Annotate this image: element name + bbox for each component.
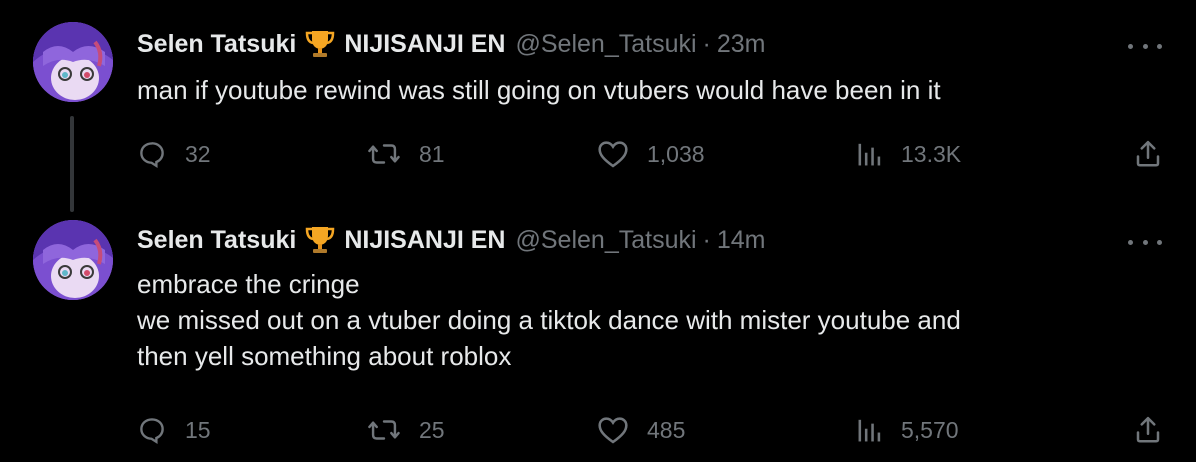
- reply-count: 15: [185, 416, 211, 443]
- avatar[interactable]: [33, 22, 113, 102]
- tweet-text: man if youtube rewind was still going on…: [137, 72, 1137, 108]
- tweet-header: Selen Tatsuki NIJISANJI EN @Selen_Tatsuk…: [137, 28, 766, 60]
- retweet-icon: [368, 144, 400, 164]
- reply-icon: [140, 142, 164, 169]
- like-count: 485: [647, 416, 686, 443]
- action-bar: 15 25 485 5,570: [137, 412, 1162, 448]
- display-name[interactable]: Selen Tatsuki: [137, 30, 296, 59]
- like-button[interactable]: 1,038: [597, 136, 705, 172]
- retweet-icon: [368, 420, 400, 440]
- views-count: 5,570: [901, 416, 959, 443]
- retweet-button[interactable]: 25: [367, 412, 445, 448]
- heart-icon: [598, 141, 628, 168]
- affiliation-label[interactable]: NIJISANJI EN: [344, 226, 505, 255]
- trophy-icon: [304, 29, 336, 59]
- tweet-text: embrace the cringe we missed out on a vt…: [137, 266, 1137, 374]
- trophy-icon: [304, 225, 336, 255]
- avatar-image: [33, 220, 113, 300]
- tweet-text-line: we missed out on a vtuber doing a tiktok…: [137, 305, 961, 335]
- more-icon[interactable]: [1128, 36, 1162, 56]
- separator-dot: ·: [702, 29, 711, 58]
- affiliation-label[interactable]: NIJISANJI EN: [344, 30, 505, 59]
- views-icon: [858, 143, 881, 166]
- views-button[interactable]: 13.3K: [857, 136, 961, 172]
- separator-dot: ·: [702, 225, 711, 254]
- reply-button[interactable]: 15: [137, 412, 211, 448]
- retweet-count: 25: [419, 416, 445, 443]
- avatar-image: [33, 22, 113, 102]
- share-icon: [1136, 416, 1160, 443]
- tweet-text-line: then yell something about roblox: [137, 341, 512, 371]
- tweet-text-line: man if youtube rewind was still going on…: [137, 75, 941, 105]
- retweet-count: 81: [419, 140, 445, 167]
- user-handle[interactable]: @Selen_Tatsuki: [516, 226, 697, 255]
- user-handle[interactable]: @Selen_Tatsuki: [516, 30, 697, 59]
- share-icon: [1136, 140, 1160, 167]
- tweet[interactable]: Selen Tatsuki NIJISANJI EN @Selen_Tatsuk…: [0, 0, 1196, 220]
- more-icon[interactable]: [1128, 232, 1162, 252]
- timestamp[interactable]: 14m: [717, 226, 766, 255]
- action-bar: 32 81 1,038 13.3K: [137, 136, 1162, 172]
- like-button[interactable]: 485: [597, 412, 685, 448]
- timestamp[interactable]: 23m: [717, 30, 766, 59]
- tweet-header: Selen Tatsuki NIJISANJI EN @Selen_Tatsuk…: [137, 224, 766, 256]
- like-count: 1,038: [647, 140, 705, 167]
- reply-count: 32: [185, 140, 211, 167]
- share-button[interactable]: [1134, 136, 1162, 172]
- share-button[interactable]: [1134, 412, 1162, 448]
- display-name[interactable]: Selen Tatsuki: [137, 226, 296, 255]
- views-button[interactable]: 5,570: [857, 412, 959, 448]
- avatar[interactable]: [33, 220, 113, 300]
- tweet-text-line: embrace the cringe: [137, 269, 360, 299]
- views-count: 13.3K: [901, 140, 962, 167]
- thread-line: [70, 116, 74, 212]
- tweet[interactable]: Selen Tatsuki NIJISANJI EN @Selen_Tatsuk…: [0, 220, 1196, 462]
- reply-icon: [140, 418, 164, 445]
- retweet-button[interactable]: 81: [367, 136, 445, 172]
- heart-icon: [598, 417, 628, 444]
- reply-button[interactable]: 32: [137, 136, 211, 172]
- views-icon: [858, 419, 881, 442]
